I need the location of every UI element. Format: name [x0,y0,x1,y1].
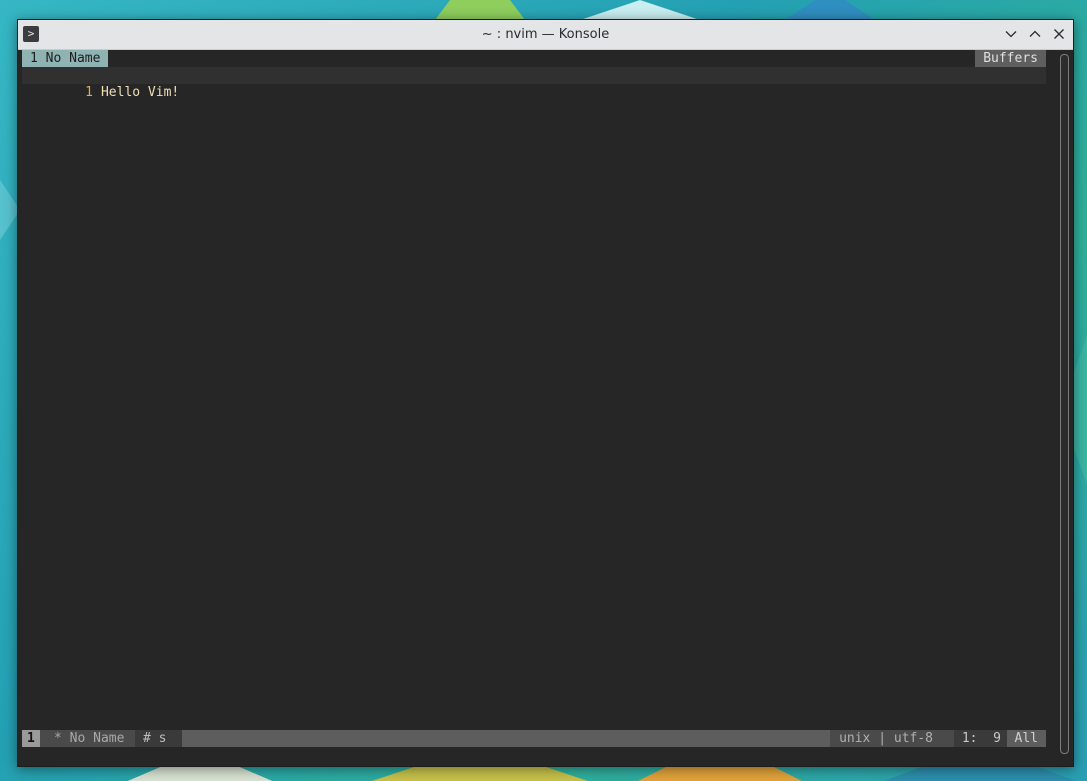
close-icon [1054,29,1064,39]
vertical-scrollbar[interactable] [1060,54,1069,754]
vim-statusline: 1 * No Name # s unix | utf-8 1: 9 All [22,730,1046,747]
title-bar[interactable]: > ~ : nvim — Konsole [18,20,1073,50]
vim-tabline: 1 No Name Buffers [22,50,1046,67]
maximize-button[interactable] [1026,25,1044,43]
status-scroll-percent: All [1006,730,1046,747]
line-text: Hello Vim! [100,85,180,100]
status-cursor-position: 1: 9 [953,730,1009,747]
status-file-format: unix | utf-8 [831,730,941,747]
chevron-up-icon [1029,30,1041,37]
line-number: 1 [85,85,93,100]
status-file-name: * No Name [46,730,133,747]
minimize-button[interactable] [1002,25,1020,43]
buffers-label: Buffers [975,50,1046,67]
status-flags: # s [135,730,183,747]
close-button[interactable] [1050,25,1068,43]
chevron-down-icon [1005,31,1017,38]
terminal-view[interactable]: 1 No Name Buffers 1 Hello Vim! 1 * No Nam… [22,50,1046,750]
tab-no-name[interactable]: 1 No Name [22,50,109,67]
konsole-window: > ~ : nvim — Konsole 1 No Name Buffers 1… [17,19,1074,767]
window-title: ~ : nvim — Konsole [481,27,610,42]
status-fill [182,730,830,747]
buffer-line[interactable]: 1 Hello Vim! [22,67,1046,100]
status-buffer-number: 1 [22,730,40,747]
